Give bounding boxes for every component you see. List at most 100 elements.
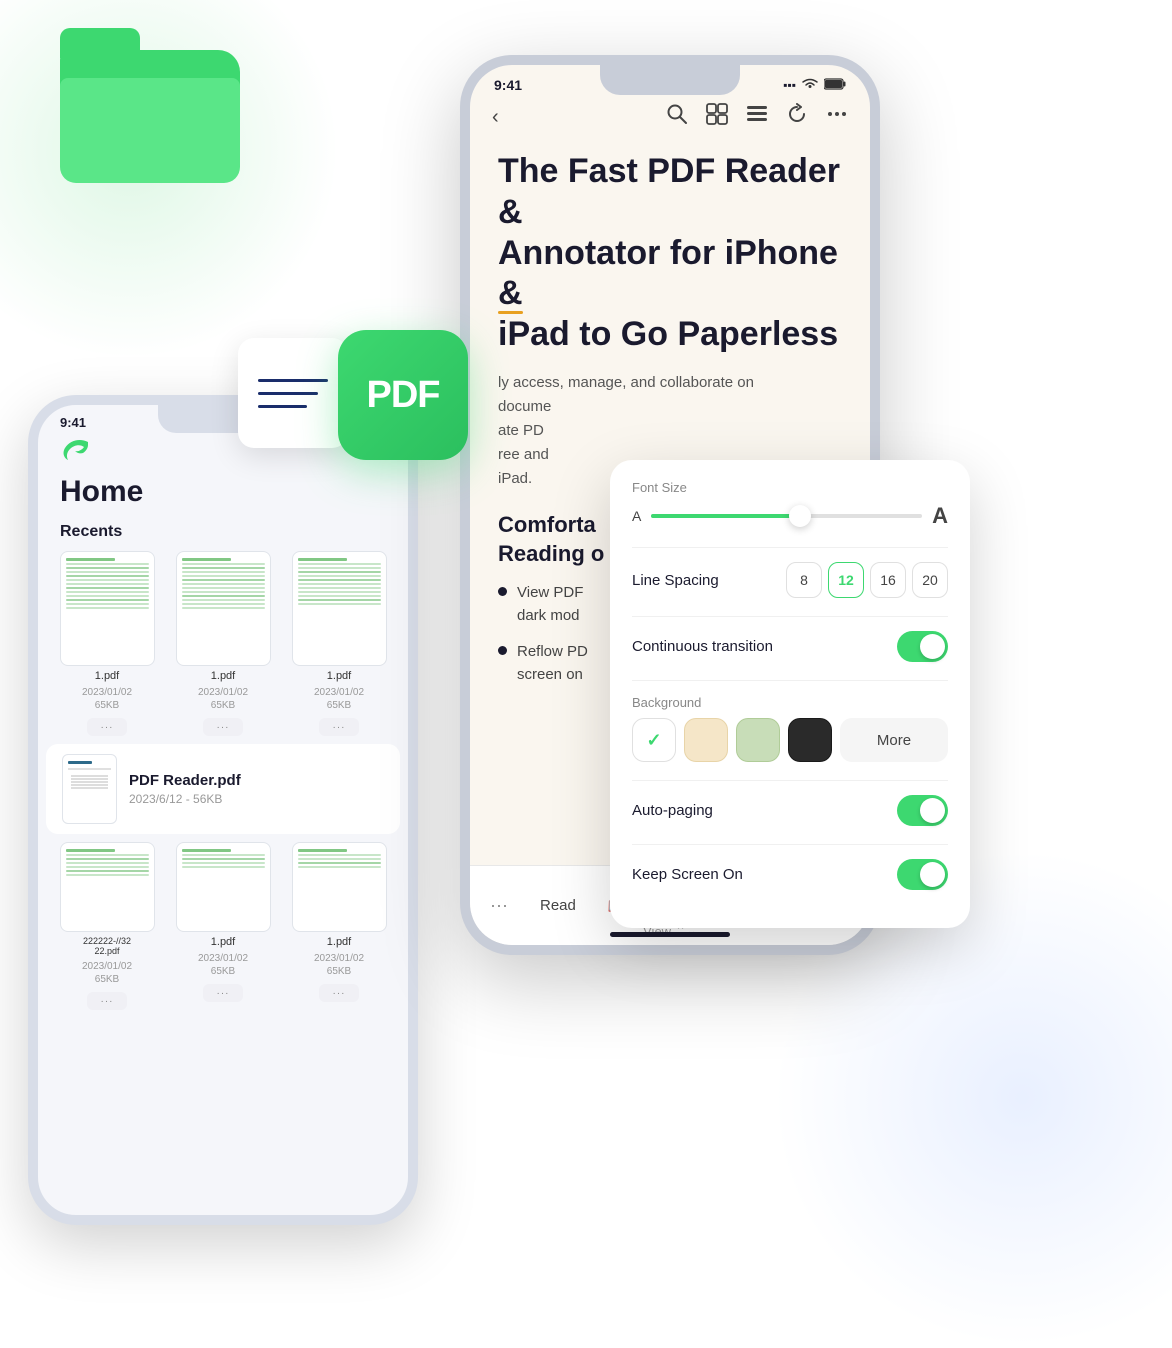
pdf-thumb-4 [60, 842, 155, 932]
pdf-item-3[interactable]: 1.pdf 2023/01/0265KB ··· [286, 551, 392, 736]
bg-swatch-green[interactable] [736, 718, 780, 762]
pdf-item-5[interactable]: 1.pdf 2023/01/0265KB ··· [170, 842, 276, 1010]
pdf-thumb-2 [176, 551, 271, 666]
divider-4 [632, 780, 948, 781]
pdf-list-name: PDF Reader.pdf [129, 772, 384, 789]
keep-screen-section: Keep Screen On [632, 859, 948, 890]
pdf-item-4[interactable]: 222222-//3222.pdf 2023/01/0265KB ··· [54, 842, 160, 1010]
more-dots-3: ··· [333, 722, 346, 733]
bg-swatch-dark[interactable] [788, 718, 832, 762]
pdf-name-2: 1.pdf [211, 670, 235, 682]
home-indicator-right [610, 932, 730, 937]
settings-panel: Font Size A A Line Spacing 8 12 16 20 Co… [610, 460, 970, 928]
phone-left: 9:41 ▪▪▪ WiFi 🔋 Home Recents [28, 395, 418, 1225]
background-section: Background More [632, 695, 948, 762]
pdf-name-4: 222222-//3222.pdf [83, 936, 131, 956]
keep-screen-label: Keep Screen On [632, 866, 743, 883]
font-size-controls: A A [632, 503, 948, 529]
toggle-thumb-1 [920, 634, 945, 659]
font-size-slider[interactable] [651, 514, 922, 518]
phone-notch-right [600, 65, 740, 95]
wifi-icon-right [802, 78, 818, 93]
pdf-grid-row2: 222222-//3222.pdf 2023/01/0265KB ··· [38, 842, 408, 1010]
folder-icon [60, 28, 240, 183]
phone-left-inner: 9:41 ▪▪▪ WiFi 🔋 Home Recents [38, 405, 408, 1215]
pdf-thumb-1 [60, 551, 155, 666]
pdf-list-info: PDF Reader.pdf 2023/6/12 - 56KB [129, 772, 384, 806]
background-label: Background [632, 695, 948, 710]
refresh-icon[interactable] [786, 103, 808, 131]
reader-toolbar: ‹ [470, 93, 870, 141]
pdf-list-item[interactable]: PDF Reader.pdf 2023/6/12 - 56KB [46, 744, 400, 834]
reader-title-line2: Annotator for iPhone & [498, 234, 838, 313]
pdf-item-2[interactable]: 1.pdf 2023/01/0265KB ··· [170, 551, 276, 736]
line-spacing-options: 8 12 16 20 [786, 562, 948, 598]
doc-line-3 [258, 405, 307, 408]
spacing-20[interactable]: 20 [912, 562, 948, 598]
toggle-thumb-3 [920, 862, 945, 887]
recents-label: Recents [60, 523, 386, 541]
pdf-list-meta: 2023/6/12 - 56KB [129, 792, 384, 806]
auto-paging-label: Auto-paging [632, 802, 713, 819]
reader-title-line3: iPad to Go Paperless [498, 315, 838, 353]
toggle-thumb-2 [920, 798, 945, 823]
pdf-more-1[interactable]: ··· [87, 718, 127, 736]
bottom-dots-icon[interactable]: ··· [490, 895, 508, 916]
spacing-16[interactable]: 16 [870, 562, 906, 598]
signal-icon-right: ▪▪▪ [783, 78, 796, 92]
grid-icon[interactable] [706, 103, 728, 131]
font-size-small: A [632, 508, 641, 524]
pdf-meta-5: 2023/01/0265KB [198, 952, 248, 978]
bg-swatch-cream[interactable] [684, 718, 728, 762]
bullet-dot-1 [498, 587, 507, 596]
pdf-more-5[interactable]: ··· [203, 984, 243, 1002]
home-title: Home [60, 475, 386, 509]
list-icon[interactable] [746, 103, 768, 131]
pdf-meta-2: 2023/01/0265KB [198, 686, 248, 712]
bg-swatch-white[interactable] [632, 718, 676, 762]
bullet-text-1: View PDFdark mod [517, 582, 583, 627]
pdf-badge: PDF [338, 330, 468, 460]
more-dots-1: ··· [101, 722, 114, 733]
auto-paging-section: Auto-paging [632, 795, 948, 826]
pdf-meta-3: 2023/01/0265KB [314, 686, 364, 712]
reader-title: The Fast PDF Reader & Annotator for iPho… [498, 151, 842, 355]
pdf-name-6: 1.pdf [327, 936, 351, 948]
pdf-item-1[interactable]: 1.pdf 2023/01/0265KB ··· [54, 551, 160, 736]
spacing-12[interactable]: 12 [828, 562, 864, 598]
pdf-list-thumb [62, 754, 117, 824]
keep-screen-toggle[interactable] [897, 859, 948, 890]
pdf-item-6[interactable]: 1.pdf 2023/01/0265KB ··· [286, 842, 392, 1010]
status-time-right: 9:41 [494, 77, 522, 93]
document-icon [238, 338, 348, 448]
status-time-left: 9:41 [60, 415, 86, 430]
pdf-thumb-5 [176, 842, 271, 932]
spacing-8[interactable]: 8 [786, 562, 822, 598]
pdf-more-4[interactable]: ··· [87, 992, 127, 1010]
pdf-meta-1: 2023/01/0265KB [82, 686, 132, 712]
search-icon[interactable] [666, 103, 688, 131]
pdf-grid-row1: 1.pdf 2023/01/0265KB ··· [38, 551, 408, 736]
divider-1 [632, 547, 948, 548]
read-button[interactable]: Read [524, 889, 592, 922]
pdf-more-2[interactable]: ··· [203, 718, 243, 736]
bg-more-button[interactable]: More [840, 718, 948, 762]
doc-line-1 [258, 379, 328, 382]
doc-line-2 [258, 392, 318, 395]
more-icon[interactable] [826, 103, 848, 131]
pdf-more-6[interactable]: ··· [319, 984, 359, 1002]
line-spacing-label: Line Spacing [632, 572, 719, 589]
toolbar-icons [666, 103, 848, 131]
pdf-badge-label: PDF [367, 374, 440, 417]
continuous-transition-row: Continuous transition [632, 631, 948, 662]
pdf-name-3: 1.pdf [327, 670, 351, 682]
pdf-more-3[interactable]: ··· [319, 718, 359, 736]
divider-2 [632, 616, 948, 617]
line-spacing-row: Line Spacing 8 12 16 20 [632, 562, 948, 598]
divider-3 [632, 680, 948, 681]
auto-paging-toggle[interactable] [897, 795, 948, 826]
back-button[interactable]: ‹ [492, 106, 499, 129]
status-icons-right: ▪▪▪ [783, 78, 846, 93]
background-row: More [632, 718, 948, 762]
continuous-transition-toggle[interactable] [897, 631, 948, 662]
